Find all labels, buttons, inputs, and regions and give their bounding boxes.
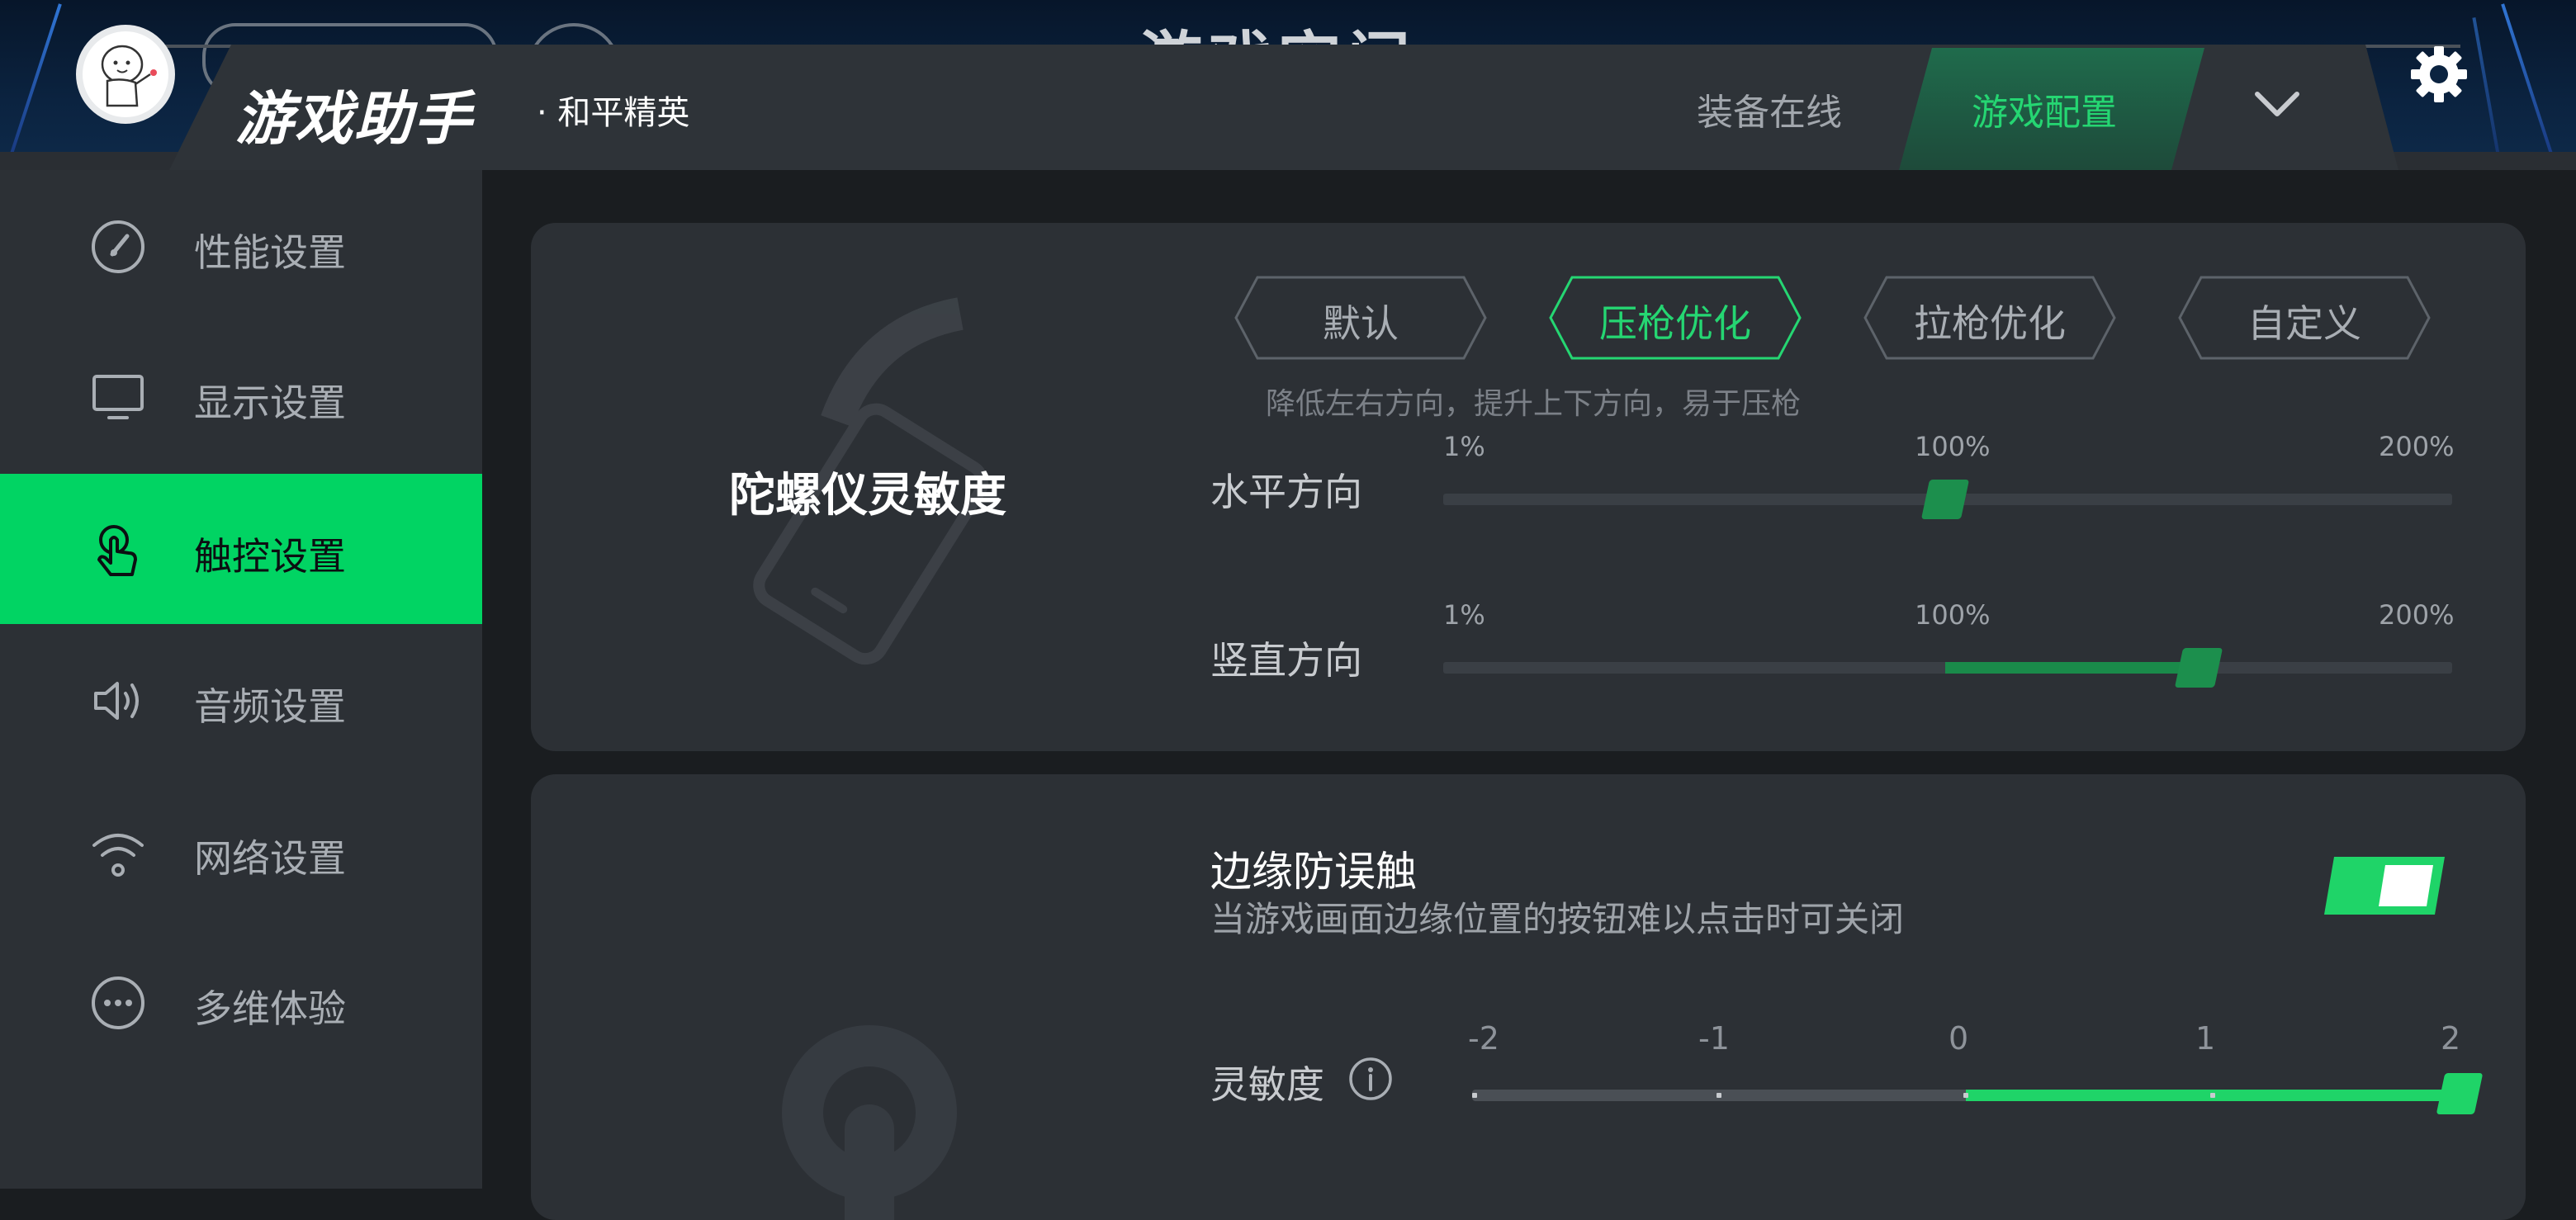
gyro-sensitivity-card: 陀螺仪灵敏度 默认 压枪优化 拉枪优化 自定义 降低左右方向，提升上下方向，易于… xyxy=(531,223,2526,751)
sidebar-item-label: 多维体验 xyxy=(194,986,346,1031)
edge-protection-toggle[interactable] xyxy=(2323,855,2446,916)
vertical-slider-thumb[interactable] xyxy=(2174,648,2223,688)
tab-game-config[interactable]: 游戏配置 xyxy=(1972,83,2117,135)
vertical-label: 竖直方向 xyxy=(1210,638,1362,683)
preset-recoil-button[interactable]: 压枪优化 xyxy=(1549,276,1802,360)
tick-mid: 100% xyxy=(1915,431,1991,462)
sidebar-item-label: 触控设置 xyxy=(194,534,346,579)
speedometer-icon xyxy=(92,220,144,273)
info-icon[interactable] xyxy=(1348,1057,1393,1101)
sensitivity-tick: -1 xyxy=(1698,1020,1730,1057)
edge-protection-title: 边缘防误触 xyxy=(1210,848,1417,896)
sidebar-item-display[interactable]: 显示设置 xyxy=(0,320,482,471)
wifi-icon xyxy=(92,834,144,877)
sensitivity-tick: 2 xyxy=(2441,1020,2461,1057)
chevron-down-icon[interactable] xyxy=(2254,87,2300,121)
vertical-slider-fill xyxy=(1944,662,2199,674)
tick-min: 1% xyxy=(1443,599,1485,631)
sidebar-item-touch[interactable]: 触控设置 xyxy=(0,474,482,624)
sidebar-item-network[interactable]: 网络设置 xyxy=(0,776,482,926)
preset-description: 降低左右方向，提升上下方向，易于压枪 xyxy=(1266,387,1802,421)
edge-protection-description: 当游戏画面边缘位置的按钮难以点击时可关闭 xyxy=(1210,899,1905,939)
sidebar-item-label: 音频设置 xyxy=(194,684,346,729)
avatar[interactable] xyxy=(76,25,175,124)
sensitivity-tick: 1 xyxy=(2195,1020,2216,1057)
sidebar-item-performance[interactable]: 性能设置 xyxy=(0,170,482,320)
tick-min: 1% xyxy=(1443,431,1485,462)
sidebar-item-label: 显示设置 xyxy=(194,381,346,425)
preset-flick-button[interactable]: 拉枪优化 xyxy=(1863,276,2116,360)
tick-mid: 100% xyxy=(1915,599,1991,631)
sensitivity-slider-thumb[interactable] xyxy=(2436,1073,2484,1114)
sidebar-item-multi-experience[interactable]: 多维体验 xyxy=(0,926,482,1076)
more-dots-icon xyxy=(92,976,144,1029)
app-title: 游戏助手 xyxy=(235,85,473,153)
sidebar-item-label: 网络设置 xyxy=(194,836,346,881)
gyro-title: 陀螺仪灵敏度 xyxy=(729,469,1006,523)
sidebar: 性能设置 显示设置 触控设置 音频设置 网络设置 多维体验 xyxy=(0,170,482,1189)
gear-icon[interactable] xyxy=(2409,45,2469,104)
speaker-icon xyxy=(94,682,139,720)
sidebar-item-label: 性能设置 xyxy=(194,230,346,275)
sidebar-item-audio[interactable]: 音频设置 xyxy=(0,624,482,774)
sensitivity-tick: 0 xyxy=(1949,1020,1969,1057)
edge-touch-card: 边缘防误触 当游戏画面边缘位置的按钮难以点击时可关闭 灵敏度 -2 -1 0 1… xyxy=(531,774,2526,1220)
game-name: · 和平精英 xyxy=(537,94,690,132)
sensitivity-slider-track[interactable] xyxy=(1472,1090,2460,1101)
preset-custom-button[interactable]: 自定义 xyxy=(2178,276,2431,360)
sensitivity-tick: -2 xyxy=(1468,1020,1499,1057)
monitor-icon xyxy=(92,375,144,419)
horizontal-slider-thumb[interactable] xyxy=(1920,480,1970,519)
tick-max: 200% xyxy=(2379,431,2455,462)
tab-equipment-online[interactable]: 装备在线 xyxy=(1697,83,1842,135)
touch-hand-icon xyxy=(97,525,137,576)
tick-max: 200% xyxy=(2379,599,2455,631)
touch-circle-icon xyxy=(782,1025,957,1220)
vertical-slider-track[interactable] xyxy=(1443,662,2452,674)
preset-default-button[interactable]: 默认 xyxy=(1234,276,1487,360)
sensitivity-label: 灵敏度 xyxy=(1210,1062,1324,1107)
horizontal-label: 水平方向 xyxy=(1210,470,1362,514)
